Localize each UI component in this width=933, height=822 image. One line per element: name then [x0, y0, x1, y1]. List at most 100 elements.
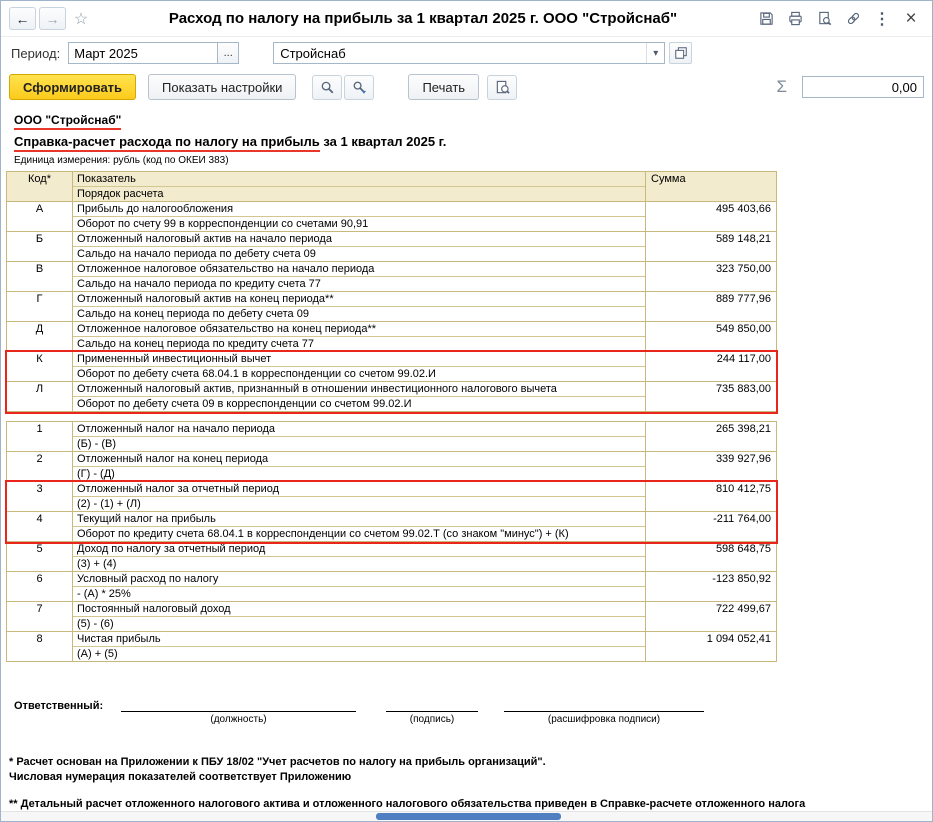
row-sum[interactable]: 722 499,67	[645, 602, 776, 631]
row-indicator[interactable]: Отложенное налоговое обязательство на на…	[73, 262, 645, 277]
report-org-name[interactable]: ООО "Стройснаб"	[14, 113, 932, 127]
period-input[interactable]	[68, 42, 218, 64]
row-order[interactable]: Оборот по дебету счета 09 в корреспонден…	[73, 397, 645, 411]
print-button[interactable]: Печать	[408, 74, 479, 100]
more-menu-icon[interactable]: ⋮	[869, 7, 895, 31]
search-icon[interactable]	[312, 75, 342, 100]
save-icon[interactable]	[753, 7, 779, 31]
row-sum[interactable]: 265 398,21	[645, 422, 776, 451]
table-row: БОтложенный налоговый актив на начало пе…	[7, 232, 776, 262]
row-indicator-cell: Отложенное налоговое обязательство на ко…	[73, 322, 645, 351]
highlight-box: 3Отложенный налог за отчетный период(2) …	[7, 482, 776, 542]
back-icon[interactable]: ←	[9, 7, 36, 30]
row-indicator[interactable]: Отложенный налоговый актив на начало пер…	[73, 232, 645, 247]
favorites-star-icon[interactable]: ☆	[69, 7, 93, 30]
row-indicator[interactable]: Доход по налогу за отчетный период	[73, 542, 645, 557]
row-order[interactable]: (2) - (1) + (Л)	[73, 497, 645, 511]
report-unit-line[interactable]: Единица измерения: рубль (код по ОКЕИ 38…	[14, 155, 932, 166]
row-indicator[interactable]: Отложенный налог за отчетный период	[73, 482, 645, 497]
row-indicator[interactable]: Текущий налог на прибыль	[73, 512, 645, 527]
row-order[interactable]: - (А) * 25%	[73, 587, 645, 601]
forward-icon[interactable]: →	[39, 7, 66, 30]
row-indicator[interactable]: Отложенный налог на конец периода	[73, 452, 645, 467]
print-icon[interactable]	[782, 7, 808, 31]
preview-icon[interactable]	[811, 7, 837, 31]
table-row: ГОтложенный налоговый актив на конец пер…	[7, 292, 776, 322]
row-code-cell[interactable]: 4	[7, 512, 73, 541]
row-order[interactable]: Оборот по кредиту счета 68.04.1 в коррес…	[73, 527, 645, 541]
organization-select[interactable]: Стройснаб ▾	[273, 42, 665, 64]
search-next-icon[interactable]	[344, 75, 374, 100]
generate-button[interactable]: Сформировать	[9, 74, 136, 100]
row-sum[interactable]: 339 927,96	[645, 452, 776, 481]
row-code-cell[interactable]: 1	[7, 422, 73, 451]
row-indicator-cell: Отложенный налог на начало периода(Б) - …	[73, 422, 645, 451]
row-order[interactable]: Оборот по дебету счета 68.04.1 в корресп…	[73, 367, 645, 381]
row-indicator[interactable]: Постоянный налоговый доход	[73, 602, 645, 617]
row-order[interactable]: (3) + (4)	[73, 557, 645, 571]
row-indicator-cell: Отложенный налог на конец периода(Г) - (…	[73, 452, 645, 481]
row-code-cell[interactable]: А	[7, 202, 73, 231]
row-code-cell[interactable]: Б	[7, 232, 73, 261]
row-code-cell[interactable]: 8	[7, 632, 73, 661]
row-code-cell[interactable]: 3	[7, 482, 73, 511]
row-code-cell[interactable]: 5	[7, 542, 73, 571]
row-order[interactable]: Сальдо на начало периода по дебету счета…	[73, 247, 645, 261]
row-sum[interactable]: -211 764,00	[645, 512, 776, 541]
row-sum[interactable]: 495 403,66	[645, 202, 776, 231]
row-code-cell[interactable]: В	[7, 262, 73, 291]
row-sum[interactable]: 589 148,21	[645, 232, 776, 261]
row-code-cell[interactable]: 2	[7, 452, 73, 481]
row-code-cell[interactable]: Л	[7, 382, 73, 411]
show-settings-button[interactable]: Показать настройки	[148, 74, 296, 100]
organization-dropdown-icon[interactable]: ▾	[646, 43, 664, 63]
row-sum[interactable]: 1 094 052,41	[645, 632, 776, 661]
row-indicator[interactable]: Отложенный налог на начало периода	[73, 422, 645, 437]
row-sum[interactable]: 735 883,00	[645, 382, 776, 411]
row-order[interactable]: Оборот по счету 99 в корреспонденции со …	[73, 217, 645, 231]
row-sum[interactable]: 598 648,75	[645, 542, 776, 571]
row-sum[interactable]: -123 850,92	[645, 572, 776, 601]
row-sum[interactable]: 323 750,00	[645, 262, 776, 291]
row-order[interactable]: (А) + (5)	[73, 647, 645, 661]
sum-field[interactable]	[802, 76, 924, 98]
organization-open-icon[interactable]	[669, 42, 692, 64]
action-bar: Сформировать Показать настройки Печать Σ	[1, 69, 932, 105]
row-code-cell[interactable]: 7	[7, 602, 73, 631]
row-code-cell[interactable]: К	[7, 352, 73, 381]
col-indicator[interactable]: Показатель	[73, 172, 645, 187]
col-order[interactable]: Порядок расчета	[73, 187, 645, 201]
row-indicator[interactable]: Чистая прибыль	[73, 632, 645, 647]
link-icon[interactable]	[840, 7, 866, 31]
row-order[interactable]: Сальдо на конец периода по дебету счета …	[73, 307, 645, 321]
row-indicator[interactable]: Прибыль до налогообложения	[73, 202, 645, 217]
print-preview-icon[interactable]	[487, 75, 517, 100]
scrollbar-thumb[interactable]	[376, 813, 561, 820]
row-code-cell[interactable]: Г	[7, 292, 73, 321]
row-indicator[interactable]: Условный расход по налогу	[73, 572, 645, 587]
table-row: 1Отложенный налог на начало периода(Б) -…	[7, 422, 776, 452]
row-order[interactable]: Сальдо на начало периода по кредиту счет…	[73, 277, 645, 291]
row-code-cell[interactable]: 6	[7, 572, 73, 601]
row-indicator[interactable]: Отложенное налоговое обязательство на ко…	[73, 322, 645, 337]
row-sum[interactable]: 889 777,96	[645, 292, 776, 321]
row-sum[interactable]: 244 117,00	[645, 352, 776, 381]
col-code[interactable]: Код*	[7, 172, 73, 201]
close-icon[interactable]: ×	[898, 7, 924, 31]
row-code-cell[interactable]: Д	[7, 322, 73, 351]
row-order[interactable]: (5) - (6)	[73, 617, 645, 631]
report-title[interactable]: Справка-расчет расхода по налогу на приб…	[14, 134, 932, 149]
period-label: Период:	[11, 46, 60, 61]
row-order[interactable]: (Г) - (Д)	[73, 467, 645, 481]
row-sum[interactable]: 810 412,75	[645, 482, 776, 511]
row-sum[interactable]: 549 850,00	[645, 322, 776, 351]
row-indicator[interactable]: Отложенный налоговый актив на конец пери…	[73, 292, 645, 307]
row-indicator[interactable]: Примененный инвестиционный вычет	[73, 352, 645, 367]
col-sum[interactable]: Сумма	[645, 172, 776, 201]
row-indicator[interactable]: Отложенный налоговый актив, признанный в…	[73, 382, 645, 397]
row-order[interactable]: Сальдо на конец периода по кредиту счета…	[73, 337, 645, 351]
table-row: 6Условный расход по налогу- (А) * 25%-12…	[7, 572, 776, 602]
horizontal-scrollbar[interactable]	[1, 811, 932, 821]
period-choose-button[interactable]: ...	[218, 42, 239, 64]
row-order[interactable]: (Б) - (В)	[73, 437, 645, 451]
